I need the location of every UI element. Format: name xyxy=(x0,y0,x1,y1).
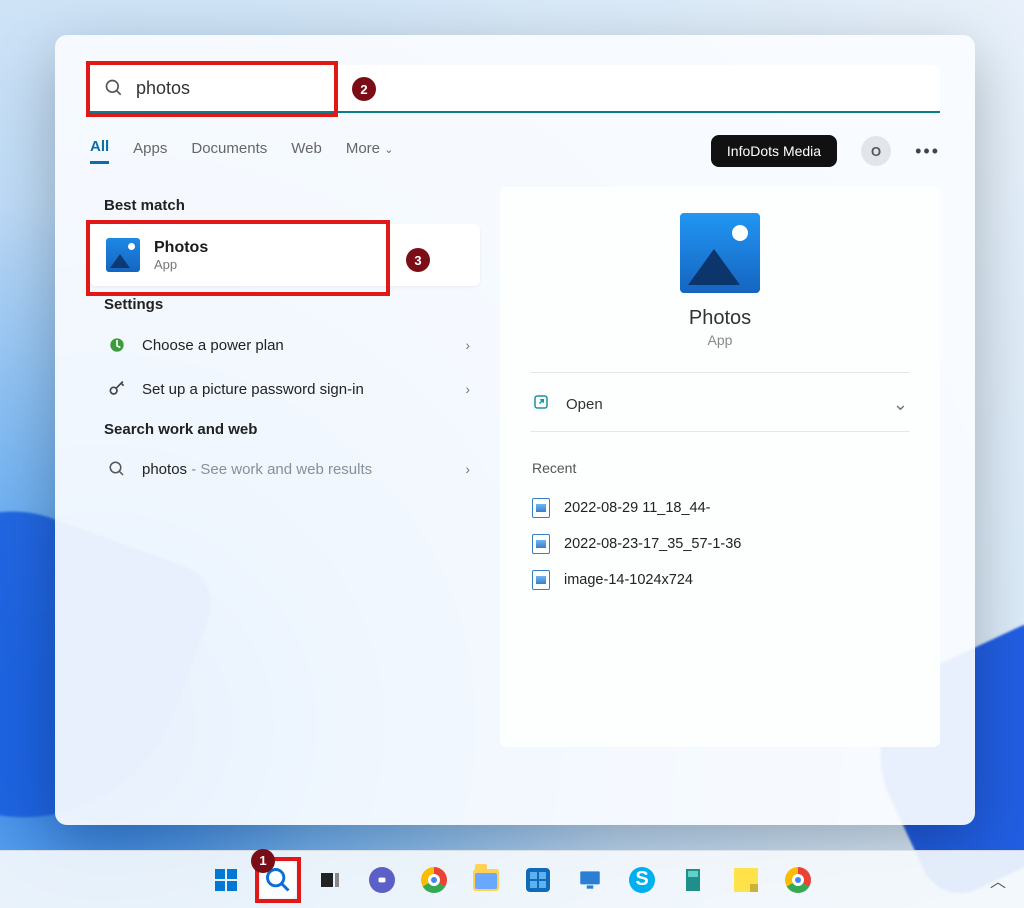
recent-file[interactable]: image-14-1024x724 xyxy=(530,562,910,598)
sticky-notes-button[interactable] xyxy=(727,861,765,899)
tab-more[interactable]: More ⌄ xyxy=(346,140,394,163)
book-icon xyxy=(682,867,706,893)
best-match-result[interactable]: Photos App 3 xyxy=(90,224,480,286)
search-web-heading: Search work and web xyxy=(104,421,480,438)
monitor-app-button[interactable] xyxy=(571,861,609,899)
chrome-button[interactable] xyxy=(415,861,453,899)
chevron-right-icon: › xyxy=(465,381,470,397)
chrome-icon xyxy=(421,867,447,893)
folder-icon xyxy=(473,869,499,891)
settings-item-picture-password[interactable]: Set up a picture password sign-in › xyxy=(90,367,480,411)
task-view-icon xyxy=(318,868,342,892)
more-options-button[interactable]: ••• xyxy=(915,141,940,162)
recent-file-name: 2022-08-29 11_18_44- xyxy=(564,500,710,516)
chevron-right-icon: › xyxy=(465,337,470,353)
chevron-up-icon: ︿ xyxy=(990,874,1006,891)
filter-tabs: All Apps Documents Web More ⌄ InfoDots M… xyxy=(90,135,940,167)
chevron-down-icon: ⌄ xyxy=(384,144,393,156)
chevron-right-icon: › xyxy=(465,461,470,477)
search-bar: 2 xyxy=(90,65,940,113)
open-icon xyxy=(532,393,550,415)
power-plan-icon xyxy=(106,335,128,355)
recent-file[interactable]: 2022-08-29 11_18_44- xyxy=(530,490,910,526)
image-file-icon xyxy=(532,570,550,590)
recent-heading: Recent xyxy=(532,460,910,476)
avatar[interactable]: O xyxy=(861,136,891,166)
settings-item-power-plan[interactable]: Choose a power plan › xyxy=(90,323,480,367)
step-badge-3: 3 xyxy=(406,248,430,272)
detail-pane: Photos App Open ⌄ Recent 2022-08-29 11_1… xyxy=(500,187,940,747)
web-search-item[interactable]: photos - See work and web results › xyxy=(90,448,480,490)
sticky-note-icon xyxy=(734,868,758,892)
recent-file-name: 2022-08-23-17_35_57-1-36 xyxy=(564,536,741,552)
settings-heading: Settings xyxy=(104,296,480,313)
image-file-icon xyxy=(532,534,550,554)
step-badge-1: 1 xyxy=(251,849,275,873)
settings-item-label: Choose a power plan xyxy=(142,337,284,354)
search-input[interactable] xyxy=(90,65,940,113)
tab-web[interactable]: Web xyxy=(291,140,322,163)
tab-apps[interactable]: Apps xyxy=(133,140,167,163)
divider xyxy=(530,431,910,432)
detail-subtitle: App xyxy=(530,332,910,348)
search-icon xyxy=(106,460,128,478)
skype-button[interactable]: S xyxy=(623,861,661,899)
skype-icon: S xyxy=(629,867,655,893)
key-icon xyxy=(106,379,128,399)
chevron-down-icon[interactable]: ⌄ xyxy=(893,394,908,415)
taskbar: 1 S ︿ xyxy=(0,850,1024,908)
recent-file[interactable]: 2022-08-23-17_35_57-1-36 xyxy=(530,526,910,562)
detail-title: Photos xyxy=(530,307,910,330)
results-column: Best match Photos App 3 Settings Choose … xyxy=(90,187,480,747)
tab-all[interactable]: All xyxy=(90,138,109,164)
divider xyxy=(530,372,910,373)
ms-store-button[interactable] xyxy=(519,861,557,899)
start-menu-search-panel: 2 All Apps Documents Web More ⌄ InfoDots… xyxy=(55,35,975,825)
store-icon xyxy=(526,868,550,892)
tab-documents[interactable]: Documents xyxy=(191,140,267,163)
teams-button[interactable] xyxy=(363,861,401,899)
windows-logo-icon xyxy=(215,869,237,891)
show-hidden-icons-button[interactable]: ︿ xyxy=(990,868,1006,892)
photos-app-icon-large xyxy=(680,213,760,293)
teams-icon xyxy=(369,867,395,893)
account-badge[interactable]: InfoDots Media xyxy=(711,135,837,167)
search-taskbar-button[interactable]: 1 xyxy=(259,861,297,899)
image-file-icon xyxy=(532,498,550,518)
best-match-heading: Best match xyxy=(104,197,480,214)
file-explorer-button[interactable] xyxy=(467,861,505,899)
result-subtitle: App xyxy=(154,257,208,272)
office-app-button[interactable] xyxy=(675,861,713,899)
task-view-button[interactable] xyxy=(311,861,349,899)
monitor-icon xyxy=(577,867,603,893)
result-title: Photos xyxy=(154,239,208,257)
step-badge-2: 2 xyxy=(352,77,376,101)
chrome-button-2[interactable] xyxy=(779,861,817,899)
open-label: Open xyxy=(566,396,603,413)
recent-file-name: image-14-1024x724 xyxy=(564,572,693,588)
settings-item-label: Set up a picture password sign-in xyxy=(142,381,364,398)
open-action[interactable]: Open xyxy=(532,393,603,415)
photos-app-icon xyxy=(106,238,140,272)
start-button[interactable] xyxy=(207,861,245,899)
chrome-icon xyxy=(785,867,811,893)
web-search-label: photos - See work and web results xyxy=(142,461,372,478)
search-icon xyxy=(104,78,124,103)
